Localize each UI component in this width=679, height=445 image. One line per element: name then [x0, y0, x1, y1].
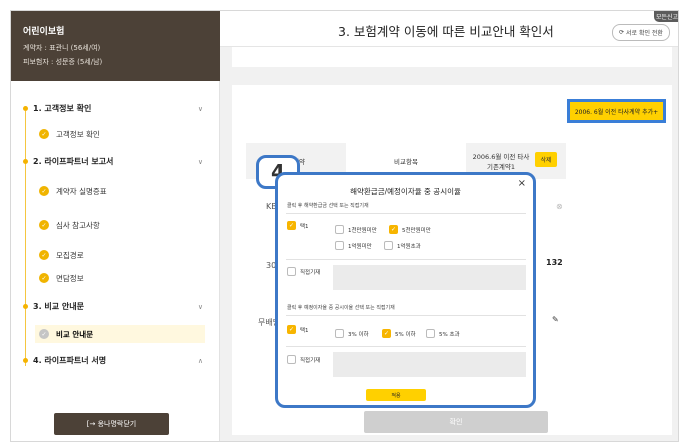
- edit-pencil-icon[interactable]: ✎: [552, 315, 559, 324]
- check-icon: ✓: [39, 273, 49, 283]
- product-title: 어린이보험: [23, 27, 65, 37]
- sidebar-item-review-notes[interactable]: ✓ 심사 참고사항: [35, 216, 205, 234]
- choice-label: 3% 이하: [348, 332, 369, 338]
- sidebar: 어린이보험 계약자 : 표관니 (56세/여) 피보험자 : 성문증 (5세/남…: [11, 11, 220, 441]
- section1-note: 클릭 후 해약환급금 선택 또는 직접기재: [287, 203, 369, 209]
- sidebar-item-channel[interactable]: ✓ 모집경로: [35, 246, 205, 264]
- step-dot: [23, 358, 28, 363]
- sidebar-item-label: 계약자 실명증표: [56, 186, 107, 196]
- choice-label: 1억원초과: [397, 244, 421, 250]
- choice-checkbox[interactable]: [335, 241, 344, 250]
- step-dot: [23, 106, 28, 111]
- refresh-icon: ⟳: [619, 29, 626, 36]
- switch-view-label: 서로 확인 전환: [626, 30, 663, 37]
- sidebar-item-label: 심사 참고사항: [56, 220, 100, 230]
- report-tag[interactable]: 모든신고: [654, 11, 678, 22]
- manual-label: 직접기재: [300, 358, 321, 364]
- insured-info: 피보험자 : 성문증 (5세/남): [23, 58, 103, 66]
- section2-manual-input[interactable]: [333, 352, 526, 377]
- section2-note: 클릭 후 예정이자율 중 공시이율 선택 또는 직접기재: [287, 305, 395, 311]
- chevron-down-icon[interactable]: ∨: [198, 158, 203, 166]
- chevron-down-icon[interactable]: ∨: [198, 303, 203, 311]
- sidebar-header: 어린이보험 계약자 : 표관니 (56세/여) 피보험자 : 성문증 (5세/남…: [11, 11, 220, 81]
- choice-checkbox[interactable]: [335, 225, 344, 234]
- choice-label: 5% 이하: [395, 332, 416, 338]
- delete-button[interactable]: 삭제: [535, 152, 557, 167]
- divider: [286, 213, 526, 214]
- check-icon: ✓: [39, 220, 49, 230]
- sidebar-item-label: 고객정보 확인: [56, 129, 100, 139]
- section2-select-checkbox[interactable]: ✓: [287, 325, 296, 334]
- choice-checkbox[interactable]: ✓: [382, 329, 391, 338]
- sidebar-item-customer-info[interactable]: ✓ 고객정보 확인: [35, 125, 205, 143]
- step-dot: [23, 159, 28, 164]
- title-bar: 3. 보험계약 이동에 따른 비교안내 확인서 ⟳ 서로 확인 전환 모든신고: [220, 11, 678, 47]
- rate-modal: 해약환급금/예정이자율 중 공시이율 × 클릭 후 해약환급금 선택 또는 직접…: [275, 172, 536, 408]
- sidebar-section-2[interactable]: 2. 라이프파트너 보고서 ∨: [23, 156, 203, 167]
- column-header-existing-label: 2006.6월 이전 타사 기존계약1: [472, 153, 530, 171]
- sidebar-item-label: 모집경로: [56, 250, 84, 260]
- top-card: [232, 47, 672, 67]
- sidebar-item-comparison[interactable]: ✓ 비교 안내문: [35, 325, 205, 343]
- choice-checkbox[interactable]: ✓: [389, 225, 398, 234]
- choice-label: 1천만원미만: [348, 228, 377, 234]
- section2-option-label: 택1: [300, 328, 309, 334]
- choice-label: 1억원미만: [348, 244, 372, 250]
- page-title: 3. 보험계약 이동에 따른 비교안내 확인서: [338, 24, 554, 39]
- close-icon[interactable]: ×: [518, 178, 526, 189]
- section1-option-label: 택1: [300, 224, 309, 230]
- chevron-down-icon[interactable]: ∨: [198, 105, 203, 113]
- manual-label: 직접기재: [300, 270, 321, 276]
- table-cell: 132: [546, 258, 563, 267]
- close-session-button[interactable]: [→ 옹나명락닫기: [54, 413, 169, 435]
- choice-checkbox[interactable]: [384, 241, 393, 250]
- sidebar-section-4[interactable]: 4. 라이프파트너 서명 ∧: [23, 355, 203, 366]
- check-icon: ✓: [39, 186, 49, 196]
- section-label: 4. 라이프파트너 서명: [33, 356, 107, 365]
- check-icon: ✓: [39, 329, 49, 339]
- apply-button[interactable]: 적용: [366, 389, 426, 401]
- sidebar-item-id-proof[interactable]: ✓ 계약자 실명증표: [35, 182, 205, 200]
- sidebar-section-3[interactable]: 3. 비교 안내문 ∨: [23, 301, 203, 312]
- section1-select-checkbox[interactable]: ✓: [287, 221, 296, 230]
- divider: [286, 315, 526, 316]
- check-icon: ✓: [39, 129, 49, 139]
- sidebar-item-label: 비교 안내문: [56, 329, 94, 339]
- divider: [286, 346, 526, 347]
- modal-title: 해약환급금/예정이자율 중 공시이율: [350, 187, 461, 196]
- step-dot: [23, 304, 28, 309]
- section-label: 2. 라이프파트너 보고서: [33, 157, 114, 166]
- section2-manual-checkbox[interactable]: [287, 355, 296, 364]
- sidebar-item-label: 면담정보: [56, 273, 84, 283]
- choice-label: 5% 초과: [439, 332, 460, 338]
- choice-checkbox[interactable]: [335, 329, 344, 338]
- check-icon: ✓: [39, 250, 49, 260]
- section-label: 1. 고객정보 확인: [33, 104, 92, 113]
- chevron-up-icon[interactable]: ∧: [198, 357, 203, 365]
- contractor-info: 계약자 : 표관니 (56세/여): [23, 44, 101, 52]
- choice-checkbox[interactable]: [426, 329, 435, 338]
- divider: [286, 259, 526, 260]
- add-contract-button[interactable]: 2006. 6월 이전 타사계약 추가+: [567, 99, 666, 123]
- section1-manual-checkbox[interactable]: [287, 267, 296, 276]
- sidebar-item-interview[interactable]: ✓ 면담정보: [35, 269, 205, 287]
- choice-label: 5천만원미만: [402, 228, 431, 234]
- remove-icon[interactable]: ⊗: [556, 202, 563, 211]
- section-label: 3. 비교 안내문: [33, 302, 84, 311]
- sidebar-section-1[interactable]: 1. 고객정보 확인 ∨: [23, 103, 203, 114]
- confirm-button[interactable]: 확인: [364, 411, 548, 433]
- progress-line: [25, 111, 26, 366]
- section1-manual-input[interactable]: [333, 265, 526, 290]
- switch-view-button[interactable]: ⟳ 서로 확인 전환: [612, 24, 670, 41]
